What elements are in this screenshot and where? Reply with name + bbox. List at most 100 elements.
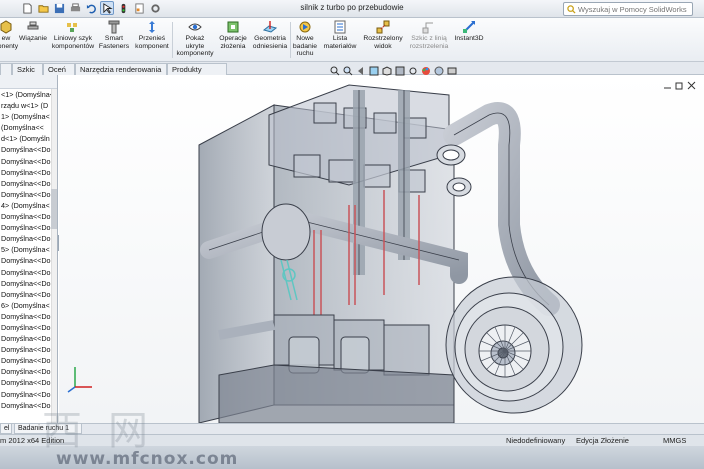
watermark-logo: 西网 (42, 408, 174, 454)
oil-pan (218, 364, 455, 423)
ribbon-label: Rozstrzelony widok (363, 35, 403, 50)
move-icon (149, 21, 155, 33)
ribbon-label: Lista materiałów (323, 35, 357, 50)
help-search[interactable] (563, 2, 693, 16)
scrollbar-thumb[interactable] (51, 189, 57, 229)
throttle-body (261, 203, 311, 261)
ribbon-button-assembly-features[interactable]: Operacje złożenia (216, 20, 250, 50)
minimize-icon[interactable] (663, 81, 672, 90)
tree-item[interactable]: Domyślna<<Do (0, 189, 57, 200)
close-icon[interactable] (687, 81, 696, 90)
constraint-status: Niedodefiniowany (506, 436, 566, 445)
geometry-icon (263, 21, 277, 33)
ribbon-label: Pokaż ukryte komponenty (176, 35, 214, 58)
ribbon-label: Przenieś komponent (135, 35, 169, 50)
tree-item[interactable]: Domyślna<<Do (0, 255, 57, 266)
tree-item[interactable]: Domyślna<<Do (0, 222, 57, 233)
component-icon (0, 20, 12, 34)
viewport-window-controls (663, 81, 696, 90)
units-status[interactable]: MMGS (663, 435, 686, 446)
tree-list: <1> (Domyślna< rządu w<1> (D 1> (Domyślna<… (0, 89, 57, 411)
tab-model[interactable]: el (0, 424, 12, 434)
tree-scrollbar[interactable] (51, 89, 57, 423)
edit-mode-status: Edycja Złożenie (576, 436, 629, 445)
ribbon-label: Geometria odniesienia (252, 35, 288, 50)
tree-item[interactable]: Domyślna<<Do (0, 278, 57, 289)
ribbon-button-mate[interactable]: Wiązanie (18, 20, 48, 43)
tree-item[interactable]: Domyślna<<Do (0, 144, 57, 155)
eye-icon (188, 23, 202, 31)
hide-show-items-icon[interactable] (408, 66, 418, 76)
ribbon-button-move-component[interactable]: Przenieś komponent (132, 20, 172, 50)
tree-item[interactable]: Domyślna<<Do (0, 366, 57, 377)
feature-manager-tree: <1> (Domyślna< rządu w<1> (D 1> (Domyślna<… (0, 75, 58, 423)
ribbon-label: Smart Fasteners (98, 35, 130, 50)
title-bar: silnik z turbo po przebudowie (0, 0, 704, 18)
ribbon-label: Wiązanie (19, 35, 47, 42)
tree-item[interactable]: Domyślna<<Do (0, 167, 57, 178)
ribbon-button-linear-pattern[interactable]: Liniowy szyk komponentów (50, 20, 96, 50)
explode-icon (376, 20, 390, 34)
tree-item[interactable]: Domyślna<<Do (0, 156, 57, 167)
tab-office-products[interactable]: Produkty Office (167, 63, 227, 83)
ribbon-label: Liniowy szyk komponentów (51, 35, 95, 50)
tree-item[interactable]: Domyślna<<Do (0, 322, 57, 333)
tree-item[interactable]: Domyślna<<Do (0, 377, 57, 388)
ribbon-button-new-motion-study[interactable]: Nowe badanie ruchu (290, 20, 320, 58)
ribbon-button-bill-of-materials[interactable]: Lista materiałów (320, 20, 360, 50)
view-settings-icon[interactable] (447, 66, 457, 76)
tab-evaluate[interactable]: Oceń (43, 63, 75, 75)
ribbon-button-explode-line-sketch[interactable]: Szkic z linią rozstrzelenia (406, 20, 452, 50)
ribbon-label: Operacje złożenia (219, 35, 247, 50)
ribbon-button-new-view[interactable]: ew ponenty (0, 20, 18, 50)
ribbon-button-show-hidden[interactable]: Pokaż ukryte komponenty (174, 20, 216, 58)
ribbon-label: Nowe badanie ruchu (292, 35, 318, 58)
tree-item[interactable]: 1> (Domyślna< (0, 111, 57, 122)
explode-line-icon (422, 22, 433, 34)
tree-item[interactable]: 4> (Domyślna< (0, 200, 57, 211)
ribbon-button-instant3d[interactable]: Instant3D (452, 20, 486, 43)
engine-assembly-model[interactable] (59, 75, 704, 423)
coordinate-triad-icon (67, 367, 92, 393)
zoom-to-fit-icon[interactable] (330, 66, 340, 76)
tree-item[interactable]: Domyślna<<Do (0, 233, 57, 244)
tree-item[interactable]: (Domyślna<< (0, 122, 57, 133)
tab-assembly[interactable] (0, 63, 12, 75)
zoom-to-area-icon[interactable] (343, 66, 353, 76)
tree-item[interactable]: Domyślna<<Do (0, 344, 57, 355)
tree-item[interactable]: Domyślna<<Do (0, 311, 57, 322)
tab-render-tools[interactable]: Narzędzia renderowania (75, 63, 167, 75)
previous-view-icon[interactable] (356, 66, 366, 76)
tree-item[interactable]: 6> (Domyślna< (0, 300, 57, 311)
exhaust-pipe (443, 102, 560, 316)
section-view-icon[interactable] (369, 66, 379, 76)
tree-item[interactable]: Domyślna<<Do (0, 333, 57, 344)
display-style-icon[interactable] (395, 66, 405, 76)
ribbon-button-smart-fasteners[interactable]: Smart Fasteners (96, 20, 132, 50)
watermark-domain: www.mfcnox.com (56, 449, 239, 469)
tab-sketch[interactable]: Szkic (12, 63, 43, 75)
command-manager: ew ponenty Wiązanie Liniowy szyk kompone… (0, 18, 704, 62)
tree-toolbar (0, 75, 57, 89)
tree-item[interactable]: Domyślna<<Do (0, 289, 57, 300)
tree-item[interactable]: Domyślna<<Do (0, 211, 57, 222)
tree-item[interactable]: Domyślna<<Do (0, 178, 57, 189)
features-icon (227, 21, 239, 33)
graphics-area[interactable] (59, 75, 704, 423)
view-orientation-icon[interactable] (382, 66, 392, 76)
restore-icon[interactable] (675, 81, 684, 90)
pattern-icon (67, 23, 77, 32)
tree-item[interactable]: d<1> (Domyśln (0, 133, 57, 144)
search-icon (567, 4, 576, 14)
tree-item[interactable]: <1> (Domyślna< (0, 89, 57, 100)
ribbon-button-reference-geometry[interactable]: Geometria odniesienia (250, 20, 290, 50)
tree-item[interactable]: rządu w<1> (D (0, 100, 57, 111)
search-input[interactable] (578, 4, 690, 14)
tree-item[interactable]: 5> (Domyślna< (0, 244, 57, 255)
ribbon-button-exploded-view[interactable]: Rozstrzelony widok (360, 20, 406, 50)
tree-item[interactable]: Domyślna<<Do (0, 355, 57, 366)
apply-scene-icon[interactable] (434, 66, 444, 76)
edit-appearance-icon[interactable] (421, 66, 431, 76)
tree-item[interactable]: Domyślna<<Do (0, 267, 57, 278)
motion-icon (299, 21, 311, 33)
